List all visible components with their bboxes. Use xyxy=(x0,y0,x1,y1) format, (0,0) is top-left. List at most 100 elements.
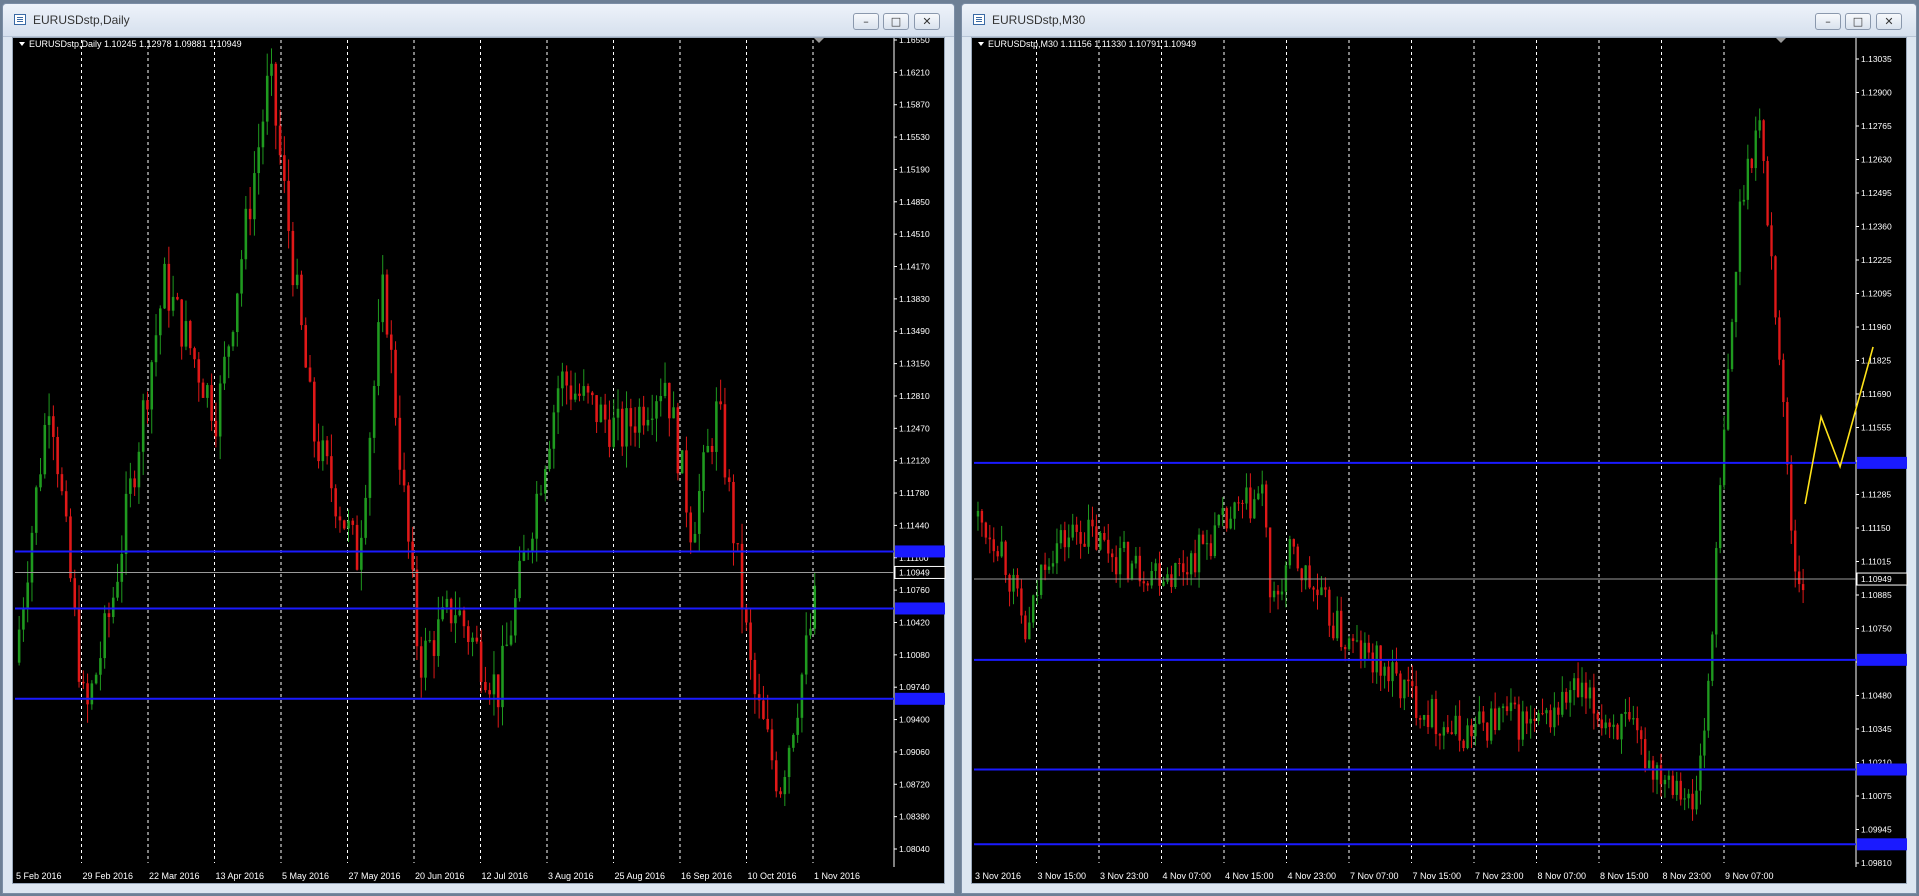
candle-body xyxy=(1474,723,1477,737)
candle-body xyxy=(1130,563,1134,580)
candle-body xyxy=(244,208,248,260)
candle-body xyxy=(1568,690,1572,703)
candle-body xyxy=(1691,793,1694,810)
candle-body xyxy=(496,674,500,708)
candle-body xyxy=(424,640,427,678)
candle-body xyxy=(1363,642,1367,660)
price-chart[interactable]: 3 Nov 2016 3 Nov 15:00 3 Nov 23:00 4 Nov 07… xyxy=(972,38,1908,885)
candle-body xyxy=(996,551,999,557)
candle-body xyxy=(1794,530,1797,572)
candle-body xyxy=(1304,565,1307,581)
candle-body xyxy=(355,524,359,570)
candle-body xyxy=(1596,713,1599,720)
candle-body xyxy=(1083,543,1086,547)
candle-body xyxy=(1284,565,1288,592)
candle-body xyxy=(304,325,308,368)
chart-shift-marker-icon xyxy=(814,38,824,43)
candle-body xyxy=(732,481,735,544)
candle-body xyxy=(518,560,521,599)
candle-body xyxy=(201,382,205,398)
candle-body xyxy=(133,478,136,488)
candle-body xyxy=(171,296,175,311)
candle-body xyxy=(1170,574,1173,588)
chart-window-daily[interactable]: EURUSDstp,Daily – □ ✕ 5 Feb 2016 29 Feb 2… xyxy=(2,3,955,894)
candle-body xyxy=(578,393,581,396)
x-tick-label: 3 Nov 2016 xyxy=(975,871,1021,881)
candle-body xyxy=(488,690,491,695)
chart-area[interactable]: 3 Nov 2016 3 Nov 15:00 3 Nov 23:00 4 Nov 07… xyxy=(971,37,1908,885)
candle-body xyxy=(1107,539,1110,554)
candle-body xyxy=(1316,589,1319,596)
candle-body xyxy=(1399,673,1402,699)
candle-body xyxy=(1312,587,1315,590)
close-button[interactable]: ✕ xyxy=(1876,13,1902,30)
candle-body xyxy=(1150,570,1153,586)
chart-area[interactable]: 5 Feb 2016 29 Feb 2016 22 Mar 2016 13 Apr 2… xyxy=(12,37,946,885)
y-tick-label: 1.10080 xyxy=(899,650,930,660)
candle-body xyxy=(1719,485,1722,549)
candle-body xyxy=(809,628,812,636)
candle-body xyxy=(116,581,119,598)
candle-body xyxy=(984,522,988,538)
price-chart[interactable]: 5 Feb 2016 29 Feb 2016 22 Mar 2016 13 Apr 2… xyxy=(13,38,946,885)
candle-body xyxy=(111,597,115,618)
candle-body xyxy=(1640,730,1643,740)
y-tick-label: 1.12095 xyxy=(1861,289,1892,299)
candle-body xyxy=(740,543,744,610)
candle-body xyxy=(1561,691,1564,715)
candle-body xyxy=(364,497,367,538)
candle-body xyxy=(1482,711,1485,723)
minimize-button[interactable]: – xyxy=(1815,13,1841,30)
candle-body xyxy=(1446,727,1449,733)
candle-body xyxy=(710,445,714,452)
candle-body xyxy=(1525,711,1528,724)
candle-body xyxy=(1189,553,1193,575)
candle-body xyxy=(668,382,671,419)
candle-body xyxy=(214,420,218,437)
candle-body xyxy=(1059,530,1063,544)
y-tick-label: 1.11690 xyxy=(1861,389,1891,399)
candle-body xyxy=(1114,557,1118,575)
minimize-button[interactable]: – xyxy=(853,13,879,30)
candle-body xyxy=(295,274,299,286)
candle-body xyxy=(1545,710,1548,714)
candle-body xyxy=(1699,755,1702,791)
candle-body xyxy=(685,450,688,513)
y-tick-label: 1.12120 xyxy=(899,456,930,466)
maximize-button[interactable]: □ xyxy=(883,13,909,30)
y-tick-label: 1.12360 xyxy=(1861,222,1892,232)
candle-body xyxy=(706,445,710,453)
candle-body xyxy=(1782,359,1785,403)
y-tick-label: 1.11015 xyxy=(1861,557,1891,567)
candle-body xyxy=(548,448,551,470)
candle-body xyxy=(1418,717,1422,720)
candle-body xyxy=(342,520,346,529)
candle-body xyxy=(184,321,188,347)
candle-body xyxy=(1047,566,1051,570)
candle-body xyxy=(471,637,474,642)
candle-body xyxy=(389,334,393,350)
candle-body xyxy=(1237,502,1240,504)
y-tick-label: 1.11440 xyxy=(899,520,929,530)
candle-body xyxy=(539,493,543,495)
candle-body xyxy=(1501,706,1505,709)
candle-body xyxy=(608,419,611,447)
candle-body xyxy=(1209,543,1213,557)
maximize-button[interactable]: □ xyxy=(1845,13,1871,30)
candle-body xyxy=(154,335,158,363)
candle-body xyxy=(1549,710,1552,728)
candle-body xyxy=(287,180,290,231)
candle-body xyxy=(1553,707,1556,728)
window-titlebar[interactable]: EURUSDstp,Daily – □ ✕ xyxy=(3,4,954,37)
candle-body xyxy=(1770,225,1773,257)
candle-body xyxy=(338,516,342,521)
candle-body xyxy=(82,681,85,684)
close-button[interactable]: ✕ xyxy=(914,13,940,30)
candle-body xyxy=(1774,256,1777,318)
chart-window-m30[interactable]: EURUSDstp,M30 – □ ✕ 3 Nov 2016 3 Nov 15:0… xyxy=(961,3,1917,894)
candle-body xyxy=(193,348,196,360)
candle-body xyxy=(458,610,462,616)
candle-body xyxy=(1671,775,1675,795)
candle-body xyxy=(531,538,534,552)
window-titlebar[interactable]: EURUSDstp,M30 – □ ✕ xyxy=(962,4,1916,37)
